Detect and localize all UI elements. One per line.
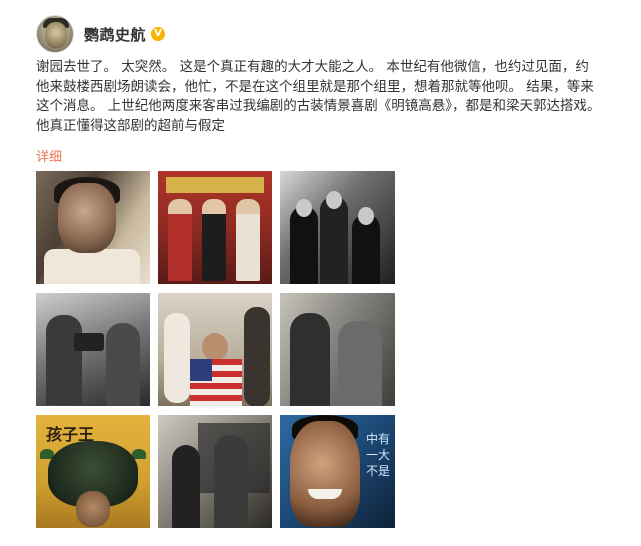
photo-thumbnail[interactable]: 孩子王 bbox=[36, 415, 150, 528]
post-text: 谢园去世了。 太突然。 这是个真正有趣的大才大能之人。 本世纪有他微信，也约过见… bbox=[36, 59, 601, 134]
photo-thumbnail[interactable] bbox=[158, 415, 272, 528]
poster-title: 孩子王 bbox=[46, 425, 95, 444]
photo-head bbox=[326, 191, 342, 209]
poster-face bbox=[76, 491, 110, 527]
image-grid: 孩子王 中有 一大 不是 bbox=[36, 171, 395, 531]
photo-figure bbox=[46, 315, 82, 405]
avatar[interactable] bbox=[36, 15, 74, 53]
photo-figure bbox=[214, 435, 248, 528]
photo-glyphs: 中有 一大 不是 bbox=[366, 432, 391, 478]
photo-smile bbox=[308, 489, 342, 499]
photo-face bbox=[290, 421, 360, 527]
photo-figure bbox=[106, 323, 140, 406]
photo-figure bbox=[172, 445, 200, 528]
photo-thumbnail[interactable] bbox=[36, 293, 150, 406]
photo-head bbox=[296, 199, 312, 217]
photo-thumbnail[interactable] bbox=[280, 293, 395, 406]
photo-figure bbox=[290, 313, 330, 406]
camera-icon bbox=[74, 333, 104, 351]
photo-person bbox=[168, 199, 192, 281]
photo-shirt bbox=[44, 249, 140, 284]
photo-thumbnail[interactable] bbox=[158, 293, 272, 406]
photo-person bbox=[236, 199, 260, 281]
post-header: 鹦鹉史航 V bbox=[36, 14, 166, 54]
photo-banner bbox=[166, 177, 264, 193]
photo-person bbox=[202, 199, 226, 281]
author-name[interactable]: 鹦鹉史航 bbox=[84, 24, 146, 45]
photo-figure bbox=[164, 313, 190, 403]
photo-figure bbox=[338, 321, 382, 406]
photo-thumbnail[interactable] bbox=[36, 171, 150, 284]
photo-thumbnail[interactable]: 中有 一大 不是 bbox=[280, 415, 395, 528]
photo-silhouette bbox=[290, 206, 318, 284]
avatar-face bbox=[45, 22, 67, 48]
photo-face bbox=[58, 183, 116, 253]
flag-canton bbox=[190, 359, 212, 381]
photo-thumbnail[interactable] bbox=[158, 171, 272, 284]
more-link[interactable]: 详细 bbox=[36, 146, 62, 165]
photo-thumbnail[interactable] bbox=[280, 171, 395, 284]
photo-head bbox=[358, 207, 374, 225]
photo-head bbox=[202, 333, 228, 361]
photo-figure bbox=[244, 307, 270, 406]
weibo-post: 鹦鹉史航 V 谢园去世了。 太突然。 这是个真正有趣的大才大能之人。 本世纪有他… bbox=[0, 0, 641, 546]
photo-silhouette bbox=[320, 196, 348, 284]
verified-badge-icon: V bbox=[151, 27, 166, 41]
